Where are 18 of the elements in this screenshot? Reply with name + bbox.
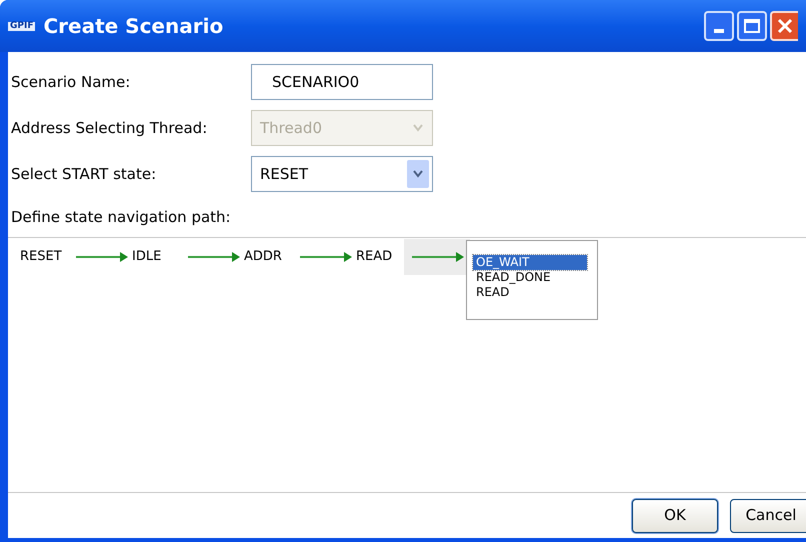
ok-button[interactable]: OK (632, 498, 718, 532)
state-option[interactable]: READ_DONE (473, 270, 554, 284)
window-title: Create Scenario (43, 13, 224, 40)
state-name: READ (356, 248, 394, 266)
state-name: RESET (20, 248, 63, 266)
name-field[interactable]: SCENARIO0 (251, 64, 433, 100)
state-name: IDLE (132, 248, 162, 266)
state-name: ADDR (244, 248, 283, 266)
cancel-button[interactable]: Cancel (730, 498, 806, 532)
dropdown[interactable]: RESET (251, 156, 433, 192)
app-icon: GPIF (8, 22, 36, 30)
state-option[interactable]: READ (473, 284, 512, 300)
path-label: Define state navigation path: (11, 207, 232, 228)
state-option[interactable]: OE_WAIT (473, 254, 587, 270)
field-label: Scenario Name: (11, 72, 132, 93)
state-list[interactable]: OE_WAIT READ_DONE READ (466, 240, 598, 320)
field-label: Select START state: (11, 164, 158, 185)
field-label: Address Selecting Thread: (11, 118, 208, 139)
